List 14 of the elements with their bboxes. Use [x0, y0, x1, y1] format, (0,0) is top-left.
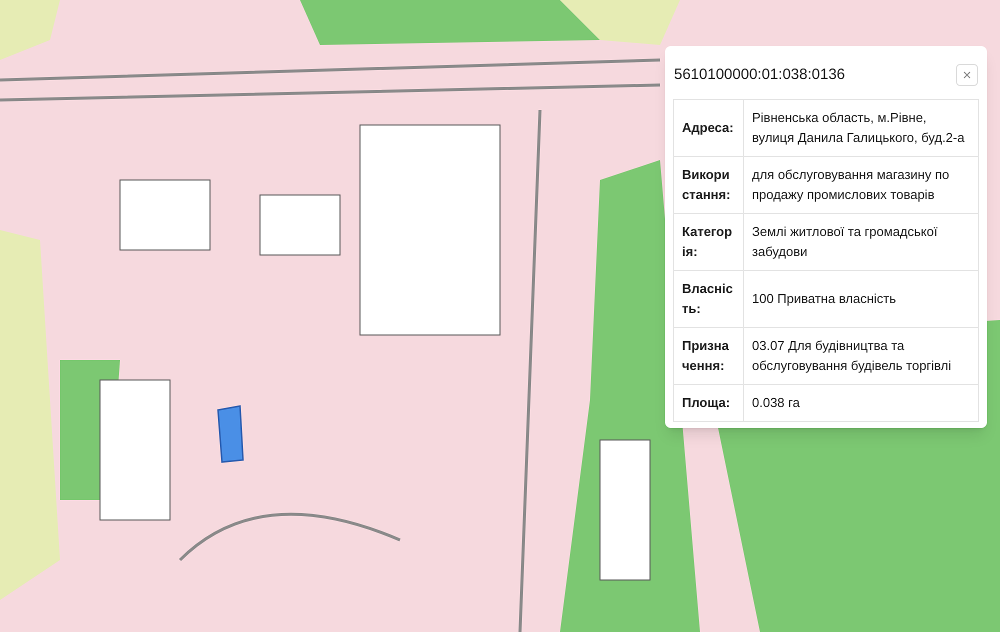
row-label: Призначення:: [674, 327, 744, 384]
row-label: Використання:: [674, 156, 744, 213]
close-button[interactable]: ×: [956, 64, 978, 86]
row-label: Адреса:: [674, 99, 744, 156]
row-label: Категорія:: [674, 213, 744, 270]
row-label: Власність:: [674, 270, 744, 327]
row-value: 03.07 Для будівництва та обслуговування будівель торгівлі: [744, 327, 978, 384]
row-value: 0.038 га: [744, 384, 978, 421]
row-value: Рівненська область, м.Рівне, вулиця Данила Галицького, буд.2-а: [744, 99, 978, 156]
row-value: 100 Приватна власність: [744, 270, 978, 327]
row-value: Землі житлової та громадської забудови: [744, 213, 978, 270]
row-label: Площа:: [674, 384, 744, 421]
popup-title: 5610100000:01:038:0136: [674, 65, 846, 85]
row-value: для обслуговування магазину по продажу промислових товарів: [744, 156, 978, 213]
